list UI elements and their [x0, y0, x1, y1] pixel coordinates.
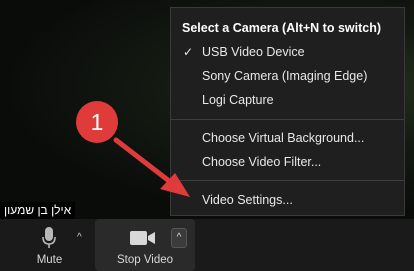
audio-options-caret[interactable]: ^ — [77, 233, 82, 243]
video-settings-item[interactable]: Video Settings... — [171, 189, 404, 211]
check-icon: ✓ — [183, 45, 194, 59]
video-camera-icon — [130, 231, 155, 245]
meeting-toolbar: Mute ^ Stop Video — [0, 219, 414, 271]
camera-menu-header: Select a Camera (Alt+N to switch) — [182, 21, 382, 35]
menu-item-label: Choose Video Filter... — [202, 155, 322, 169]
menu-divider — [171, 119, 404, 120]
camera-option-label: Logi Capture — [202, 93, 274, 107]
menu-item-label: Choose Virtual Background... — [202, 131, 365, 145]
microphone-icon — [42, 227, 56, 248]
participant-name-tag: אילן בן שמעון — [0, 202, 76, 219]
camera-menu: Select a Camera (Alt+N to switch) ✓ USB … — [170, 7, 405, 216]
video-options-caret[interactable]: ^ — [171, 228, 187, 248]
stop-video-label: Stop Video — [116, 254, 174, 266]
camera-option-logi-capture[interactable]: Logi Capture — [171, 89, 404, 111]
step-number-badge: 1 — [76, 101, 118, 143]
choose-video-filter-item[interactable]: Choose Video Filter... — [171, 151, 404, 173]
camera-option-label: USB Video Device — [202, 45, 305, 59]
mute-button[interactable]: Mute — [22, 219, 77, 271]
mute-label: Mute — [36, 254, 63, 266]
menu-divider — [171, 180, 404, 181]
camera-option-usb-video-device[interactable]: ✓ USB Video Device — [171, 41, 404, 63]
choose-virtual-background-item[interactable]: Choose Virtual Background... — [171, 127, 404, 149]
menu-item-label: Video Settings... — [202, 193, 293, 207]
camera-option-label: Sony Camera (Imaging Edge) — [202, 69, 368, 83]
camera-option-sony-camera[interactable]: Sony Camera (Imaging Edge) — [171, 65, 404, 87]
